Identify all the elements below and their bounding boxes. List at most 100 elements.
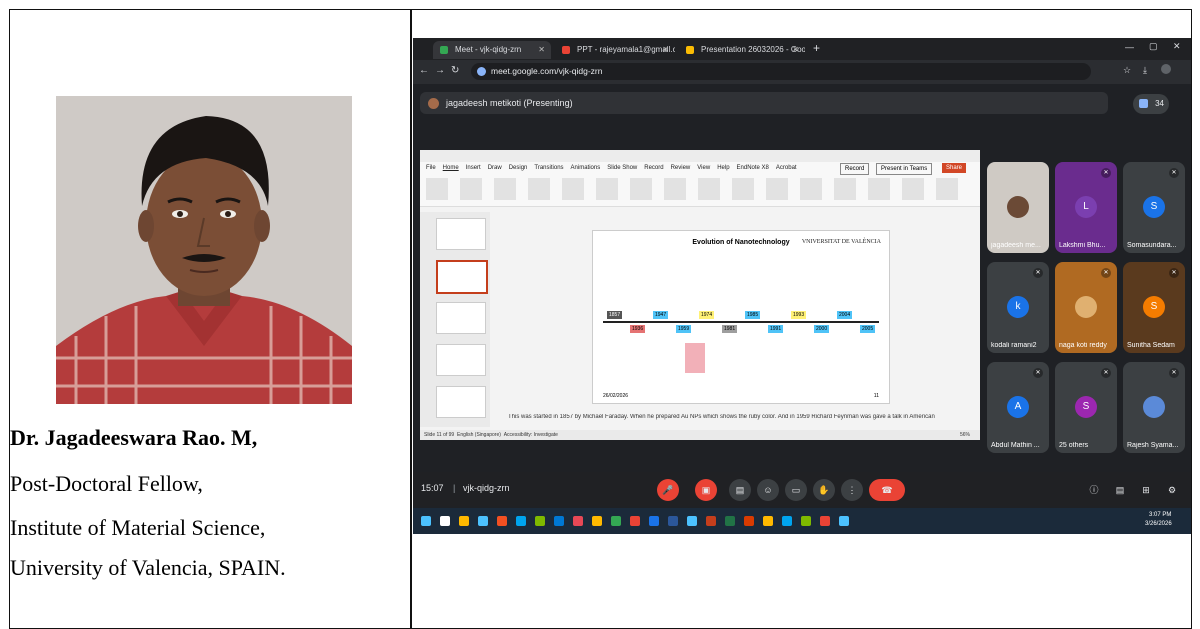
speaker-notes[interactable]: This was started in 1857 by Michael Fara… <box>508 414 978 428</box>
record-button[interactable]: Record <box>840 163 870 175</box>
close-icon[interactable]: ✕ <box>662 41 669 59</box>
taskbar-app-icon[interactable] <box>763 516 773 526</box>
close-icon[interactable]: ✕ <box>538 41 545 59</box>
participant-name: Somasundara... <box>1127 242 1177 249</box>
thumbnail-slide-13[interactable] <box>436 344 486 376</box>
participant-tile[interactable]: k ✕ kodali ramani2 <box>987 262 1049 353</box>
participant-tile[interactable]: ✕ naga koti reddy <box>1055 262 1117 353</box>
participant-avatar: A <box>1007 396 1029 418</box>
taskbar-app-icon[interactable] <box>725 516 735 526</box>
taskbar-app-icon[interactable] <box>554 516 564 526</box>
participant-tile[interactable]: L ✕ Lakshmi Bhu... <box>1055 162 1117 253</box>
person-institute: Institute of Material Science, <box>10 515 266 540</box>
timeline-year: 1981 <box>722 325 738 333</box>
taskbar-app-icon[interactable] <box>516 516 526 526</box>
participant-tile[interactable]: S ✕ Sunitha Sedam <box>1123 262 1185 353</box>
taskbar-app-icon[interactable] <box>592 516 602 526</box>
thumbnail-slide-14[interactable] <box>436 386 486 418</box>
participant-avatar: S <box>1143 196 1165 218</box>
ribbon-tab[interactable]: Draw <box>488 165 502 171</box>
leave-call-button[interactable]: ☎ <box>869 479 905 501</box>
activities-icon[interactable]: ⊞ <box>1135 479 1157 501</box>
new-tab-icon[interactable]: + <box>813 41 820 55</box>
url-input[interactable]: meet.google.com/vjk-qidg-zrn <box>471 63 1091 80</box>
person-university: University of Valencia, SPAIN. <box>10 555 286 580</box>
participant-photo <box>1075 296 1097 318</box>
ribbon-tab[interactable]: Review <box>671 165 691 171</box>
close-icon[interactable]: ✕ <box>792 41 799 59</box>
profile-avatar[interactable] <box>1161 64 1171 74</box>
maximize-icon[interactable]: ▢ <box>1149 41 1158 52</box>
thumbnail-slide-11[interactable] <box>436 260 488 294</box>
mic-muted-icon: ✕ <box>1169 268 1179 278</box>
timeline-year: 1993 <box>791 311 807 319</box>
participant-tile[interactable]: A ✕ Abdul Mathin ... <box>987 362 1049 453</box>
site-info-icon[interactable] <box>477 67 486 76</box>
ribbon-tab[interactable]: Record <box>644 165 663 171</box>
more-options-button[interactable]: ⋮ <box>841 479 863 501</box>
camera-off-button[interactable]: ▣ <box>695 479 717 501</box>
ribbon-tab[interactable]: File <box>426 165 436 171</box>
ribbon-tab[interactable]: Design <box>509 165 528 171</box>
taskbar-app-icon[interactable] <box>440 516 450 526</box>
emoji-button[interactable]: ☺ <box>757 479 779 501</box>
present-teams-button[interactable]: Present in Teams <box>876 163 933 175</box>
ribbon-tab[interactable]: Insert <box>466 165 481 171</box>
ribbon-tab[interactable]: View <box>697 165 710 171</box>
taskbar-app-icon[interactable] <box>630 516 640 526</box>
taskbar-app-icon[interactable] <box>668 516 678 526</box>
taskbar-app-icon[interactable] <box>820 516 830 526</box>
ribbon-tab[interactable]: Animations <box>571 165 601 171</box>
thumbnail-slide-12[interactable] <box>436 302 486 334</box>
window-close-icon[interactable]: ✕ <box>1173 41 1181 52</box>
taskbar-app-icon[interactable] <box>744 516 754 526</box>
taskbar-app-icon[interactable] <box>649 516 659 526</box>
ribbon-tab[interactable]: Slide Show <box>607 165 637 171</box>
taskbar-app-icon[interactable] <box>421 516 431 526</box>
taskbar-app-icon[interactable] <box>782 516 792 526</box>
participant-avatar: S <box>1075 396 1097 418</box>
taskbar-app-icon[interactable] <box>535 516 545 526</box>
share-button[interactable]: Share <box>942 163 967 173</box>
ribbon-tab[interactable]: Transitions <box>534 165 563 171</box>
ribbon-tab[interactable]: EndNote X8 <box>737 165 769 171</box>
reload-icon[interactable]: ↻ <box>451 65 459 76</box>
minimize-icon[interactable]: — <box>1125 42 1134 52</box>
tab-meet[interactable]: Meet - vjk-qidg-zrn ✕ <box>433 41 551 59</box>
taskbar-app-icon[interactable] <box>801 516 811 526</box>
forward-icon[interactable]: → <box>435 65 445 76</box>
download-icon[interactable]: ⤓ <box>1143 65 1147 76</box>
timeline-year: 1985 <box>745 311 761 319</box>
taskbar-app-icon[interactable] <box>611 516 621 526</box>
ribbon-tab[interactable]: Help <box>717 165 729 171</box>
people-count-button[interactable]: 34 <box>1133 94 1169 114</box>
participant-tile[interactable]: ✕ Rajesh Syama... <box>1123 362 1185 453</box>
column-divider <box>410 9 412 629</box>
chat-icon[interactable]: ▤ <box>1109 479 1131 501</box>
captions-button[interactable]: ▤ <box>729 479 751 501</box>
tab-slides[interactable]: Presentation 26032026 - Googl ✕ <box>679 41 805 59</box>
thumbnail-slide-10[interactable] <box>436 218 486 250</box>
back-icon[interactable]: ← <box>419 65 429 76</box>
bookmark-icon[interactable]: ☆ <box>1123 65 1131 76</box>
taskbar-app-icon[interactable] <box>839 516 849 526</box>
info-icon[interactable]: ⓘ <box>1083 479 1105 501</box>
taskbar-app-icon[interactable] <box>573 516 583 526</box>
taskbar-app-icon[interactable] <box>706 516 716 526</box>
taskbar-app-icon[interactable] <box>687 516 697 526</box>
participant-tile[interactable]: S ✕ Somasundara... <box>1123 162 1185 253</box>
ribbon-tab[interactable]: Acrobat <box>776 165 797 171</box>
host-controls-icon[interactable]: ⚙ <box>1161 479 1183 501</box>
participant-tile[interactable]: S ✕ 25 others <box>1055 362 1117 453</box>
mic-muted-icon: ✕ <box>1169 368 1179 378</box>
mic-off-button[interactable]: 🎤 <box>657 479 679 501</box>
ribbon-tab[interactable]: Home <box>443 165 459 171</box>
taskbar-app-icon[interactable] <box>478 516 488 526</box>
present-button[interactable]: ▭ <box>785 479 807 501</box>
taskbar-app-icon[interactable] <box>459 516 469 526</box>
raise-hand-button[interactable]: ✋ <box>813 479 835 501</box>
participant-tile[interactable]: jagadeesh me... <box>987 162 1049 253</box>
tab-gmail[interactable]: PPT - rajeyamala1@gmail.com ✕ <box>555 41 675 59</box>
taskbar-app-icon[interactable] <box>497 516 507 526</box>
presenter-banner: jagadeesh metikoti (Presenting) <box>420 92 1108 114</box>
